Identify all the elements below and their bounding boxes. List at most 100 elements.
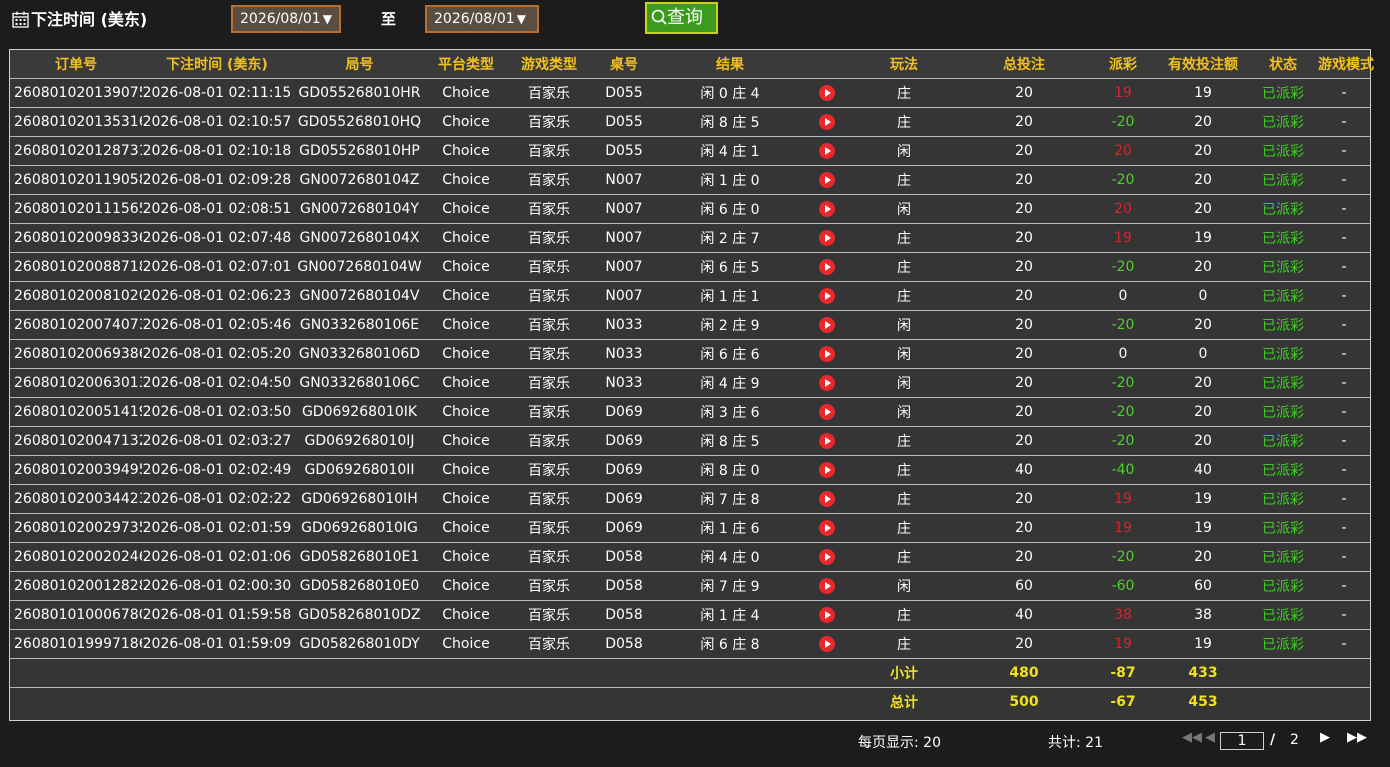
total-bet-cell: 20 [960, 629, 1088, 659]
play-icon[interactable] [818, 548, 835, 565]
total-bet-cell: 20 [960, 542, 1088, 572]
payout-cell: 0 [1088, 281, 1158, 311]
table-id-cell: N033 [593, 339, 655, 369]
bet-type-cell: 庄 [848, 107, 960, 137]
payout-cell: 19 [1088, 629, 1158, 659]
result-cell: 闲 1 庄 1 [655, 281, 805, 311]
play-icon[interactable] [818, 461, 835, 478]
round-id-cell: GD069268010IJ [292, 426, 427, 456]
table-id-cell: N007 [593, 223, 655, 253]
total-bet-cell: 20 [960, 513, 1088, 543]
total-bet-cell: 20 [960, 310, 1088, 340]
column-header: 订单号 [10, 50, 142, 79]
table-row: 260801020051419 2026-08-01 02:03:50 GD0692… [10, 397, 1370, 427]
subtotal-payout: -87 [1088, 658, 1158, 688]
prev-page-icon[interactable]: ◀ [1205, 730, 1215, 745]
result-cell: 闲 7 庄 9 [655, 571, 805, 601]
bet-time-cell: 2026-08-01 02:06:23 [142, 281, 292, 311]
play-icon[interactable] [818, 316, 835, 333]
bet-records-table: 订单号 下注时间 (美东) 局号 平台类型 游戏类型 桌号 结果 玩法 总投注 派彩 有效投注额 状态… [9, 49, 1374, 721]
status-cell: 已派彩 [1248, 513, 1318, 543]
table-row: 260801020119058 2026-08-01 02:09:28 GN0072… [10, 165, 1370, 195]
game-type-cell: 百家乐 [505, 368, 593, 398]
play-icon[interactable] [818, 490, 835, 507]
table-id-cell: N033 [593, 310, 655, 340]
play-icon[interactable] [818, 229, 835, 246]
round-id-cell: GD058268010E0 [292, 571, 427, 601]
total-bet-cell: 40 [960, 455, 1088, 485]
page-number-input[interactable]: 1 [1220, 732, 1264, 750]
play-icon[interactable] [818, 577, 835, 594]
result-cell: 闲 7 庄 8 [655, 484, 805, 514]
query-button[interactable]: 查询 [645, 2, 718, 34]
dropdown-arrow-icon: ▼ [516, 12, 526, 26]
bet-time-cell: 2026-08-01 02:09:28 [142, 165, 292, 195]
empty-cell [1248, 687, 1370, 716]
result-cell: 闲 8 庄 0 [655, 455, 805, 485]
play-icon[interactable] [818, 142, 835, 159]
valid-bet-cell: 19 [1158, 484, 1248, 514]
bet-type-cell: 闲 [848, 194, 960, 224]
subtotal-valid-bet: 433 [1158, 658, 1248, 688]
bet-type-cell: 庄 [848, 542, 960, 572]
bet-time-cell: 2026-08-01 02:10:57 [142, 107, 292, 137]
total-bet-cell: 20 [960, 484, 1088, 514]
result-cell: 闲 2 庄 9 [655, 310, 805, 340]
bet-type-cell: 庄 [848, 223, 960, 253]
platform-type-cell: Choice [427, 571, 505, 601]
round-id-cell: GN0072680104W [292, 252, 427, 282]
game-mode-cell: - [1318, 136, 1370, 166]
replay-cell [805, 78, 848, 108]
play-icon[interactable] [818, 84, 835, 101]
total-bet-cell: 20 [960, 426, 1088, 456]
last-page-icon[interactable]: ▶▶ [1347, 730, 1367, 745]
first-page-icon[interactable]: ◀◀ [1182, 730, 1202, 745]
game-type-cell: 百家乐 [505, 629, 593, 659]
next-page-icon[interactable]: ▶ [1320, 730, 1330, 745]
empty-cell [1248, 658, 1370, 688]
bet-type-cell: 闲 [848, 368, 960, 398]
order-id-cell: 260801020051419 [10, 397, 142, 427]
payout-cell: -20 [1088, 310, 1158, 340]
total-bet-cell: 40 [960, 600, 1088, 630]
start-date-select[interactable]: 2026/08/01 ▼ [231, 5, 341, 33]
order-id-cell: 260801020081020 [10, 281, 142, 311]
game-type-cell: 百家乐 [505, 136, 593, 166]
status-cell: 已派彩 [1248, 165, 1318, 195]
order-id-cell: 260801020088718 [10, 252, 142, 282]
table-row: 260801010006780 2026-08-01 01:59:58 GD0582… [10, 600, 1370, 630]
date-filter-label-text: 下注时间 (美东) [31, 10, 148, 29]
dropdown-arrow-icon: ▼ [322, 12, 332, 26]
page-separator: / [1270, 732, 1276, 748]
payout-cell: -20 [1088, 368, 1158, 398]
end-date-select[interactable]: 2026/08/01 ▼ [425, 5, 539, 33]
table-row: 260801020081020 2026-08-01 02:06:23 GN0072… [10, 281, 1370, 311]
play-icon[interactable] [818, 635, 835, 652]
play-icon[interactable] [818, 519, 835, 536]
status-cell: 已派彩 [1248, 281, 1318, 311]
valid-bet-cell: 40 [1158, 455, 1248, 485]
table-id-cell: N007 [593, 252, 655, 282]
play-icon[interactable] [818, 258, 835, 275]
play-icon[interactable] [818, 606, 835, 623]
subtotal-row: 小计 480 -87 433 [10, 658, 1370, 688]
valid-bet-cell: 20 [1158, 136, 1248, 166]
platform-type-cell: Choice [427, 136, 505, 166]
bet-time-cell: 2026-08-01 01:59:58 [142, 600, 292, 630]
play-icon[interactable] [818, 287, 835, 304]
bet-type-cell: 闲 [848, 397, 960, 427]
valid-bet-cell: 19 [1158, 223, 1248, 253]
column-header: 游戏类型 [505, 50, 593, 79]
play-icon[interactable] [818, 113, 835, 130]
play-icon[interactable] [818, 403, 835, 420]
replay-cell [805, 107, 848, 137]
round-id-cell: GD058268010DY [292, 629, 427, 659]
round-id-cell: GN0332680106C [292, 368, 427, 398]
play-icon[interactable] [818, 374, 835, 391]
play-icon[interactable] [818, 200, 835, 217]
play-icon[interactable] [818, 345, 835, 362]
play-icon[interactable] [818, 171, 835, 188]
valid-bet-cell: 19 [1158, 513, 1248, 543]
table-row: 260801020098336 2026-08-01 02:07:48 GN0072… [10, 223, 1370, 253]
play-icon[interactable] [818, 432, 835, 449]
